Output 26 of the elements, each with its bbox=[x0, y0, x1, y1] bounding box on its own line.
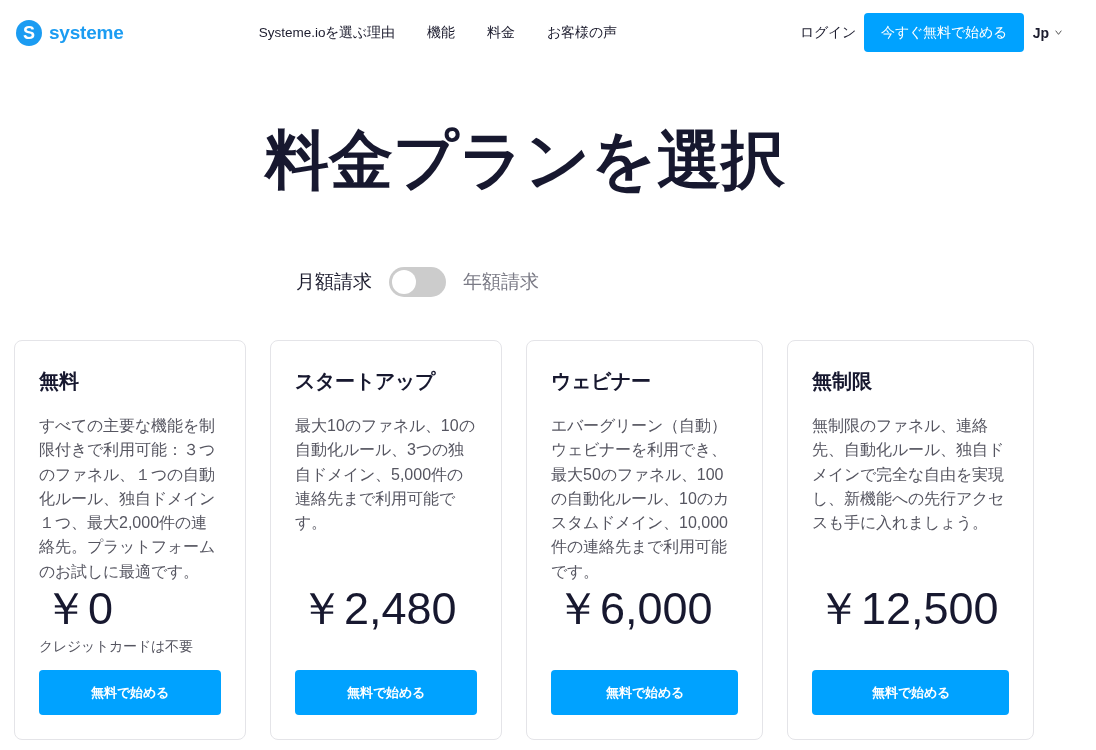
billing-toggle[interactable] bbox=[389, 267, 446, 297]
plan-name: ウェビナー bbox=[551, 369, 652, 394]
plan-name: 無料 bbox=[39, 369, 80, 394]
language-selector[interactable]: Jp bbox=[1032, 24, 1062, 41]
plan-description: 無制限のファネル、連絡先、自動化ルール、独自ドメインで完全な自由を実現し、新機能への先行アクセスも手に入れましょう。 bbox=[812, 416, 1005, 534]
billing-label: 月額請求 bbox=[296, 270, 372, 294]
nav-link[interactable]: 機能 bbox=[427, 23, 456, 42]
plan-name: 無制限 bbox=[812, 369, 873, 394]
nav-link[interactable]: お客様の声 bbox=[547, 23, 618, 42]
plan-description: 最大10のファネル、10の自動化ルール、3つの独自ドメイン、5,000件の連絡先まで利用可能です。 bbox=[295, 416, 476, 534]
plan-price: ￥12,500 bbox=[815, 584, 1000, 634]
billing-label: 年額請求 bbox=[463, 270, 539, 294]
page-title: 料金プランを選択 bbox=[265, 123, 785, 198]
plan-price: ￥6,000 bbox=[554, 584, 714, 634]
price-note: クレジットカードは不要 bbox=[39, 637, 194, 656]
plan-price: ￥0 bbox=[42, 584, 115, 634]
plan-name: スタートアップ bbox=[295, 369, 437, 394]
plan-description: エバーグリーン（自動）ウェビナーを利用でき、最大50のファネル、100の自動化ルール、10のカスタムドメイン、10,000件の連絡先まで利用可能です。 bbox=[551, 416, 730, 582]
logo-text: systeme bbox=[49, 21, 124, 44]
logo-mark: S bbox=[16, 19, 42, 46]
caret-icon bbox=[1055, 30, 1062, 35]
login-link[interactable]: ログイン bbox=[799, 23, 856, 42]
plan-price: ￥2,480 bbox=[298, 584, 458, 634]
nav-link[interactable]: Systeme.ioを選ぶ理由 bbox=[258, 23, 396, 42]
plan-description: すべての主要な機能を制限付きで利用可能：３つのファネル、１つの自動化ルール、独自ドメイン１つ、最大2,000件の連絡先。プラットフォームのお試しに最適です。 bbox=[39, 416, 216, 582]
nav-link[interactable]: 料金 bbox=[487, 23, 516, 42]
